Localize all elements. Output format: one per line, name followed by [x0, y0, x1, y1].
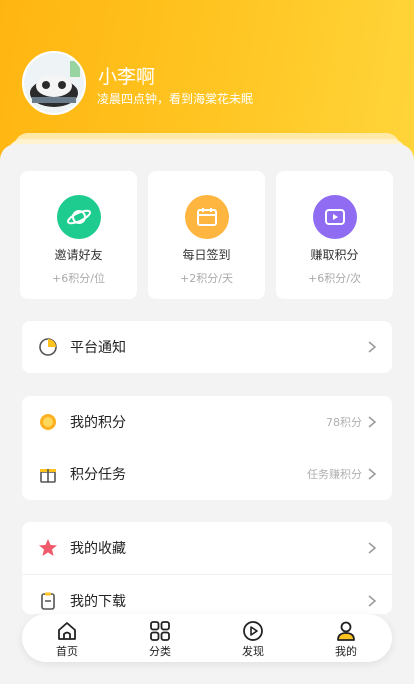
- menu-item-points[interactable]: 我的积分 78积分: [22, 396, 392, 448]
- notice-panel: 平台通知: [22, 321, 392, 373]
- planet-icon: [56, 195, 101, 239]
- video-play-icon: [312, 195, 357, 239]
- card-points: +6积分/位: [52, 272, 105, 285]
- tab-label: 首页: [56, 645, 78, 658]
- menu-item-notice[interactable]: 平台通知: [22, 321, 392, 373]
- home-icon: [56, 620, 78, 642]
- user-icon: [335, 620, 357, 642]
- avatar[interactable]: [22, 51, 86, 115]
- menu-item-label: 我的下载: [70, 594, 126, 610]
- earn-points-card[interactable]: 赚取积分 +6积分/次: [276, 171, 393, 299]
- menu-item-label: 平台通知: [70, 340, 126, 356]
- points-value: 78积分: [326, 416, 362, 429]
- invite-friends-card[interactable]: 邀请好友 +6积分/位: [20, 171, 137, 299]
- daily-checkin-card[interactable]: 每日签到 +2积分/天: [148, 171, 265, 299]
- grid-icon: [149, 620, 171, 642]
- tab-mine[interactable]: 我的: [316, 620, 376, 659]
- chevron-right-icon: [368, 416, 377, 428]
- menu-item-tasks[interactable]: 积分任务 任务赚积分: [22, 448, 392, 500]
- clipboard-icon: [38, 591, 58, 611]
- pie-chart-icon: [38, 337, 58, 357]
- menu-item-label: 我的积分: [70, 415, 126, 431]
- user-name: 小李啊: [98, 66, 156, 88]
- star-icon: [38, 538, 58, 558]
- card-label: 赚取积分: [310, 248, 359, 262]
- tab-label: 分类: [149, 645, 171, 658]
- tab-label: 发现: [242, 645, 264, 658]
- collection-panel: 我的收藏 我的下载: [22, 522, 392, 614]
- calendar-icon: [184, 195, 229, 239]
- chevron-right-icon: [368, 542, 377, 554]
- play-circle-icon: [242, 620, 264, 642]
- chevron-right-icon: [368, 468, 377, 480]
- tab-label: 我的: [335, 645, 357, 658]
- card-points: +6积分/次: [308, 272, 361, 285]
- card-points: +2积分/天: [180, 272, 233, 285]
- tab-category[interactable]: 分类: [130, 620, 190, 659]
- bottom-tab-bar: 首页 分类 发现 我的: [22, 614, 392, 662]
- quick-actions: 邀请好友 +6积分/位 每日签到 +2积分/天 赚取积分 +6积分/次: [20, 171, 394, 299]
- tasks-value: 任务赚积分: [307, 468, 362, 481]
- menu-item-label: 我的收藏: [70, 541, 126, 557]
- coin-icon: [38, 412, 58, 432]
- chevron-right-icon: [368, 595, 377, 607]
- tab-discover[interactable]: 发现: [223, 620, 283, 659]
- chevron-right-icon: [368, 341, 377, 353]
- menu-item-favorites[interactable]: 我的收藏: [22, 522, 392, 574]
- menu-item-label: 积分任务: [70, 467, 126, 483]
- menu-item-downloads[interactable]: 我的下载: [22, 575, 392, 614]
- gift-icon: [38, 464, 58, 484]
- user-motto: 凌晨四点钟，看到海棠花未眠: [97, 92, 254, 106]
- card-label: 每日签到: [182, 248, 231, 262]
- tab-home[interactable]: 首页: [37, 620, 97, 659]
- card-label: 邀请好友: [54, 248, 103, 262]
- points-panel: 我的积分 78积分 积分任务 任务赚积分: [22, 396, 392, 500]
